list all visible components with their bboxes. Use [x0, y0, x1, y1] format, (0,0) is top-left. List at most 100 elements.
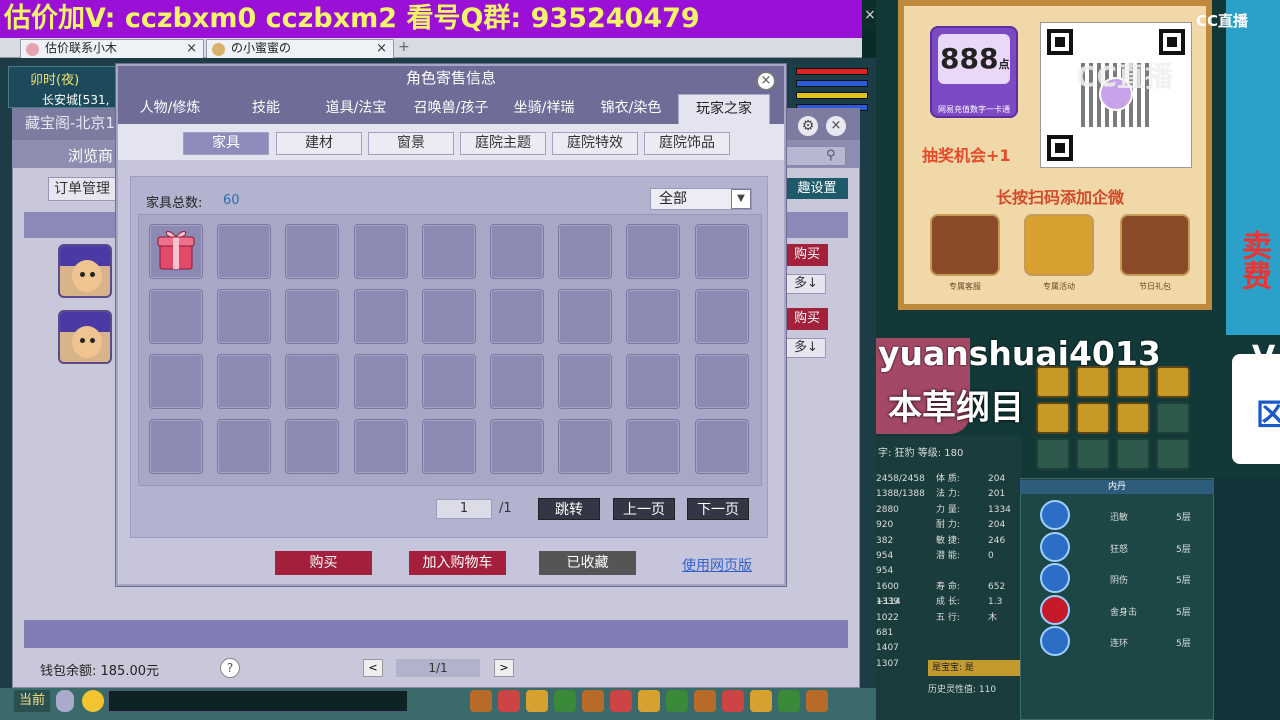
market-search-input[interactable]	[780, 146, 846, 166]
neidan-orb-icon[interactable]	[1040, 531, 1070, 562]
item-slot[interactable]	[490, 354, 544, 409]
item-slot[interactable]	[558, 419, 613, 474]
item-slot[interactable]	[558, 354, 613, 409]
customer-service-icon[interactable]	[930, 214, 1000, 276]
item-slot[interactable]	[353, 289, 408, 344]
subtab-3[interactable]: 庭院主题	[460, 132, 546, 155]
item-slot[interactable]	[694, 224, 749, 279]
neidan-orb-icon[interactable]	[1040, 594, 1070, 625]
subtab-1[interactable]: 建材	[276, 132, 362, 155]
avatar[interactable]	[58, 244, 112, 298]
tab-1[interactable]: 技能	[226, 94, 306, 124]
item-icon[interactable]	[694, 690, 716, 712]
item-slot[interactable]	[558, 224, 613, 279]
skill-icon[interactable]	[1116, 402, 1150, 434]
order-management-button[interactable]: 订单管理	[48, 177, 116, 201]
add-tab-icon[interactable]: +	[398, 39, 410, 55]
use-web-version-link[interactable]: 使用网页版	[682, 555, 752, 575]
gear-icon[interactable]: ⚙	[798, 116, 818, 136]
browser-tab-1[interactable]: 估价联系小木 ×	[20, 39, 204, 58]
search-icon[interactable]: ⚲	[826, 148, 836, 163]
microphone-icon[interactable]	[56, 690, 74, 712]
activity-icon[interactable]	[1024, 214, 1094, 276]
jump-button[interactable]: 跳转	[538, 498, 600, 520]
item-slot[interactable]	[149, 289, 203, 344]
tab-3[interactable]: 召唤兽/孩子	[404, 94, 498, 124]
item-slot[interactable]	[626, 419, 681, 474]
avatar[interactable]	[58, 310, 112, 364]
item-slot[interactable]	[285, 354, 340, 409]
collected-button[interactable]: 已收藏	[539, 551, 636, 575]
item-slot[interactable]	[285, 289, 340, 344]
dialog-close-icon[interactable]: ×	[756, 71, 776, 91]
item-slot[interactable]	[217, 289, 272, 344]
item-slot[interactable]	[149, 354, 203, 409]
item-slot[interactable]	[626, 354, 681, 409]
neidan-orb-icon[interactable]	[1040, 626, 1070, 656]
skill-icon[interactable]	[1036, 402, 1070, 434]
item-icon[interactable]	[638, 690, 660, 712]
subtab-0[interactable]: 家具	[183, 132, 269, 155]
item-slot[interactable]	[694, 419, 749, 474]
more-button[interactable]: 多↓	[786, 338, 826, 358]
item-icon[interactable]	[666, 690, 688, 712]
item-slot[interactable]	[626, 289, 681, 344]
item-icon[interactable]	[582, 690, 604, 712]
item-slot[interactable]	[285, 419, 340, 474]
buy-button[interactable]: 购买	[786, 244, 828, 266]
item-slot[interactable]	[353, 354, 408, 409]
buy-button[interactable]: 购买	[275, 551, 372, 575]
subtab-4[interactable]: 庭院特效	[552, 132, 638, 155]
help-icon[interactable]: ?	[220, 658, 240, 678]
more-button[interactable]: 多↓	[786, 274, 826, 294]
item-slot[interactable]	[285, 224, 340, 279]
item-slot[interactable]	[490, 289, 544, 344]
browser-tab-2[interactable]: の小蜜蜜の ×	[206, 39, 394, 58]
item-slot[interactable]	[353, 419, 408, 474]
item-slot[interactable]	[149, 419, 203, 474]
subtab-5[interactable]: 庭院饰品	[644, 132, 730, 155]
item-icon[interactable]	[554, 690, 576, 712]
item-icon[interactable]	[750, 690, 772, 712]
item-slot[interactable]	[558, 289, 613, 344]
subtab-2[interactable]: 窗景	[368, 132, 454, 155]
skill-icon[interactable]	[1156, 366, 1190, 398]
item-slot[interactable]	[217, 224, 272, 279]
emoji-icon[interactable]	[82, 690, 104, 712]
prev-page-button[interactable]: <	[363, 659, 383, 677]
next-page-button[interactable]: >	[494, 659, 514, 677]
chat-input[interactable]	[108, 690, 408, 712]
item-icon[interactable]	[470, 690, 492, 712]
gift-box-icon[interactable]	[152, 225, 200, 273]
item-icon[interactable]	[526, 690, 548, 712]
add-to-cart-button[interactable]: 加入购物车	[409, 551, 506, 575]
skill-icon[interactable]	[1036, 366, 1070, 398]
item-slot[interactable]	[694, 354, 749, 409]
tab-6[interactable]: 玩家之家	[678, 94, 770, 124]
item-slot[interactable]	[353, 224, 408, 279]
tab-5[interactable]: 锦衣/染色	[590, 94, 672, 124]
tab-2[interactable]: 道具/法宝	[310, 94, 402, 124]
chevron-down-icon[interactable]: ▼	[731, 189, 751, 209]
page-number-input[interactable]: 1	[436, 499, 492, 519]
item-slot[interactable]	[490, 419, 544, 474]
tab-0[interactable]: 人物/修炼	[120, 94, 220, 124]
item-slot[interactable]	[421, 224, 476, 279]
item-icon[interactable]	[610, 690, 632, 712]
item-slot[interactable]	[217, 419, 272, 474]
item-icon[interactable]	[722, 690, 744, 712]
neidan-orb-icon[interactable]	[1040, 500, 1070, 530]
chat-channel[interactable]: 当前	[14, 690, 50, 712]
item-slot[interactable]	[421, 354, 476, 409]
item-slot[interactable]	[694, 289, 749, 344]
item-icon[interactable]	[498, 690, 520, 712]
tab-close-icon[interactable]: ×	[186, 40, 197, 57]
item-slot[interactable]	[626, 224, 681, 279]
skill-icon[interactable]	[1076, 366, 1110, 398]
skill-icon[interactable]	[1116, 366, 1150, 398]
item-slot[interactable]	[421, 419, 476, 474]
browse-tab[interactable]: 浏览商	[68, 145, 113, 166]
next-page-button[interactable]: 下一页	[687, 498, 749, 520]
tab-4[interactable]: 坐骑/祥瑞	[500, 94, 588, 124]
close-icon[interactable]: ×	[826, 116, 846, 136]
